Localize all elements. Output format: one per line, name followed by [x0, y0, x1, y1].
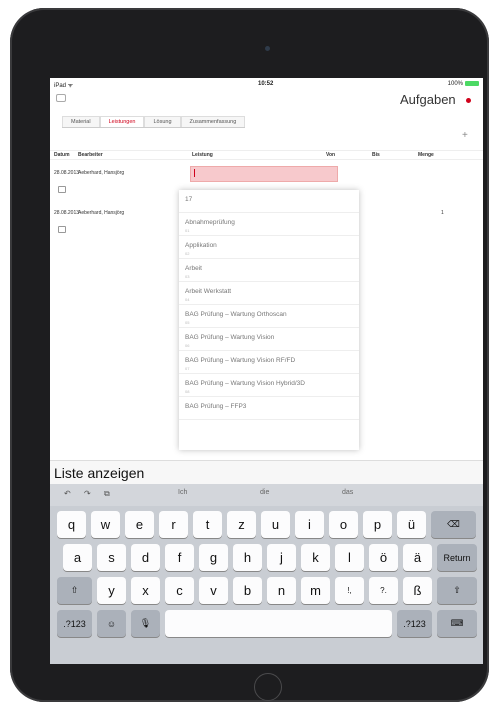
key-r[interactable]: r: [159, 511, 188, 538]
tab-bar: Material Leistungen Lösung Zusammenfassu…: [62, 116, 246, 128]
key-c[interactable]: c: [165, 577, 194, 604]
tab-zusammenfassung[interactable]: Zusammenfassung: [180, 116, 246, 127]
suggestion-text[interactable]: Liste anzeigen: [54, 465, 144, 481]
hide-keyboard-icon[interactable]: ⌨: [437, 610, 477, 637]
key-b[interactable]: b: [233, 577, 262, 604]
dropdown-item[interactable]: Abnahmeprüfung 01: [179, 213, 359, 236]
dropdown-item[interactable]: BAG Prüfung – Wartung Orthoscan 05: [179, 305, 359, 328]
dropdown-item[interactable]: BAG Prüfung – Wartung Vision Hybrid/3D 08: [179, 374, 359, 397]
col-leistung: Leistung: [192, 152, 213, 158]
note-icon[interactable]: [58, 226, 66, 233]
status-battery: 100%: [448, 81, 479, 87]
tab-leistungen[interactable]: Leistungen: [99, 116, 145, 127]
keyboard-toolbar: ↶ ↷ ⧉ Ich die das: [50, 484, 483, 506]
dropdown-item[interactable]: 17: [179, 190, 359, 213]
dropdown-item[interactable]: Applikation 02: [179, 236, 359, 259]
home-button[interactable]: [254, 673, 282, 701]
mic-icon[interactable]: 🎙: [131, 610, 160, 637]
col-menge: Menge: [418, 152, 434, 158]
key-x[interactable]: x: [131, 577, 160, 604]
key-k[interactable]: k: [301, 544, 330, 571]
status-time: 10:52: [258, 81, 274, 87]
key-d[interactable]: d: [131, 544, 160, 571]
key-t[interactable]: t: [193, 511, 222, 538]
key-f[interactable]: f: [165, 544, 194, 571]
screen: iPad ᯤ 10:52 100% Aufgaben Material Leis…: [50, 78, 483, 664]
return-key[interactable]: Return: [437, 544, 477, 571]
key-m[interactable]: m: [301, 577, 330, 604]
key-h[interactable]: h: [233, 544, 262, 571]
key-v[interactable]: v: [199, 577, 228, 604]
cell-person: Aeberhard, Hansjörg: [78, 210, 125, 216]
key-question-period[interactable]: ?.: [369, 577, 398, 604]
col-von: Von: [326, 152, 336, 158]
cell-date: 28.08.2013: [54, 170, 80, 176]
nav-title: Aufgaben: [400, 92, 456, 107]
undo-icon[interactable]: ↶: [64, 489, 71, 498]
ipad-device: iPad ᯤ 10:52 100% Aufgaben Material Leis…: [10, 8, 489, 702]
delete-key[interactable]: ⌫: [431, 511, 476, 538]
key-s[interactable]: s: [97, 544, 126, 571]
suggestion-bar[interactable]: Liste anzeigen: [50, 460, 483, 485]
text-cursor: [194, 169, 195, 177]
add-icon[interactable]: +: [462, 130, 468, 141]
key-a[interactable]: a: [63, 544, 92, 571]
col-bearbeiter: Bearbeiter: [78, 152, 103, 158]
dropdown-item[interactable]: BAG Prüfung – FFP3: [179, 397, 359, 420]
key-z[interactable]: z: [227, 511, 256, 538]
key-e[interactable]: e: [125, 511, 154, 538]
key-u[interactable]: u: [261, 511, 290, 538]
cell-menge: 1: [441, 210, 444, 216]
redo-icon[interactable]: ↷: [84, 489, 91, 498]
paste-icon[interactable]: ⧉: [104, 489, 110, 499]
battery-icon: [465, 81, 479, 86]
prediction[interactable]: Ich: [178, 489, 187, 496]
space-bar[interactable]: [165, 610, 392, 637]
key-y[interactable]: y: [97, 577, 126, 604]
col-bis: Bis: [372, 152, 380, 158]
key-j[interactable]: j: [267, 544, 296, 571]
key-exclaim-comma[interactable]: !,: [335, 577, 364, 604]
key-i[interactable]: i: [295, 511, 324, 538]
numbers-left-key[interactable]: .?123: [57, 610, 92, 637]
key-p[interactable]: p: [363, 511, 392, 538]
keyboard: ↶ ↷ ⧉ Ich die das q w e r t z u i o p ü …: [50, 484, 483, 664]
record-dot-icon[interactable]: [466, 98, 471, 103]
key-l[interactable]: l: [335, 544, 364, 571]
tab-material[interactable]: Material: [62, 116, 100, 127]
dropdown-item[interactable]: BAG Prüfung – Wartung Vision RF/FD 07: [179, 351, 359, 374]
prediction[interactable]: die: [260, 489, 269, 496]
camera-icon: [265, 46, 270, 51]
cell-date: 28.08.2013: [54, 210, 80, 216]
note-icon[interactable]: [58, 186, 66, 193]
key-oe[interactable]: ö: [369, 544, 398, 571]
table-header: Datum Bearbeiter Leistung Von Bis Menge: [50, 150, 483, 160]
dropdown-item[interactable]: BAG Prüfung – Wartung Vision 06: [179, 328, 359, 351]
dropdown-item[interactable]: Arbeit Werkstatt 04: [179, 282, 359, 305]
leistung-input[interactable]: [190, 166, 338, 182]
shift-left-key[interactable]: ⇧: [57, 577, 92, 604]
prediction[interactable]: das: [342, 489, 353, 496]
leistung-dropdown: 17 Abnahmeprüfung 01 Applikation 02 Arbeit…: [179, 190, 359, 450]
key-q[interactable]: q: [57, 511, 86, 538]
cell-person: Aeberhard, Hansjörg: [78, 170, 125, 176]
key-o[interactable]: o: [329, 511, 358, 538]
status-bar: iPad ᯤ 10:52 100%: [50, 78, 483, 90]
emoji-icon[interactable]: ☺: [97, 610, 126, 637]
key-g[interactable]: g: [199, 544, 228, 571]
tab-loesung[interactable]: Lösung: [144, 116, 181, 127]
key-ue[interactable]: ü: [397, 511, 426, 538]
key-ae[interactable]: ä: [403, 544, 432, 571]
shift-right-key[interactable]: ⇧: [437, 577, 477, 604]
numbers-right-key[interactable]: .?123: [397, 610, 432, 637]
status-device: iPad ᯤ: [54, 83, 74, 89]
key-n[interactable]: n: [267, 577, 296, 604]
key-sz[interactable]: ß: [403, 577, 432, 604]
back-icon[interactable]: [56, 94, 66, 102]
key-w[interactable]: w: [91, 511, 120, 538]
dropdown-item[interactable]: Arbeit 03: [179, 259, 359, 282]
col-datum: Datum: [54, 152, 70, 158]
